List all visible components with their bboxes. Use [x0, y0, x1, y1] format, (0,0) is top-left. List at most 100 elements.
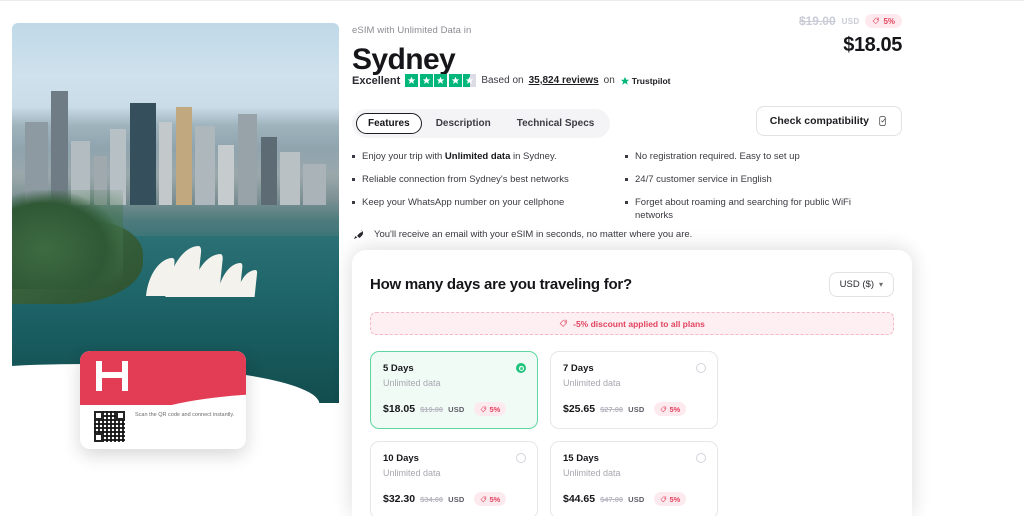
rating-on-text: on — [603, 75, 615, 86]
star-icon — [434, 74, 448, 87]
trustpilot-star-icon — [620, 76, 629, 85]
plan-price: $44.65 — [563, 493, 596, 505]
feature-item: Enjoy your trip with Unlimited data in S… — [352, 150, 609, 164]
plan-card-15-days[interactable]: 15 Days Unlimited data $44.65 $47.00 USD… — [550, 441, 718, 516]
product-content: eSIM with Unlimited Data in Sydney Excel… — [352, 0, 1024, 516]
plan-price-row: $44.65 $47.00 USD 5% — [563, 492, 687, 506]
discount-banner-text: -5% discount applied to all plans — [573, 318, 705, 329]
plan-discount-badge: 5% — [653, 492, 687, 506]
sydney-photo — [12, 23, 339, 403]
delivery-notice-text: You'll receive an email with your eSIM i… — [374, 229, 693, 240]
bullet-icon — [352, 177, 355, 181]
star-icon — [448, 74, 462, 87]
plan-discount-label: 5% — [669, 494, 681, 504]
tag-icon — [660, 496, 666, 502]
plan-duration: 5 Days — [383, 363, 414, 374]
plan-price-row: $25.65 $27.00 USD 5% — [563, 402, 687, 416]
plans-panel-title: How many days are you traveling for? — [370, 276, 632, 293]
tab-description[interactable]: Description — [424, 113, 503, 134]
tag-icon — [480, 406, 486, 412]
esim-card-header — [80, 351, 246, 405]
plan-price: $32.30 — [383, 493, 416, 505]
feature-text: Enjoy your trip with — [362, 151, 445, 162]
feature-text: No registration required. Easy to set up — [635, 151, 800, 162]
check-compatibility-label: Check compatibility — [769, 115, 869, 127]
opera-house — [143, 236, 284, 297]
tab-features[interactable]: Features — [356, 113, 422, 134]
plan-old-price: $19.00 — [420, 404, 444, 414]
plan-price: $18.05 — [383, 403, 416, 415]
chevron-down-icon: ▾ — [878, 280, 883, 289]
plan-discount-label: 5% — [489, 404, 501, 414]
trustpilot-name: Trustpilot — [631, 75, 671, 86]
tag-icon — [660, 406, 666, 412]
feature-column-right: No registration required. Easy to set up… — [625, 150, 882, 232]
plans-panel-header: How many days are you traveling for? USD… — [370, 272, 894, 297]
feature-text: Forget about roaming and searching for p… — [635, 196, 851, 222]
feature-item: 24/7 customer service in English — [625, 173, 882, 187]
plan-data: Unlimited data — [563, 468, 621, 478]
feature-text-post: in Sydney. — [510, 151, 557, 162]
product-eyebrow: eSIM with Unlimited Data in — [352, 25, 472, 36]
plan-card-10-days[interactable]: 10 Days Unlimited data $32.30 $34.00 USD… — [370, 441, 538, 516]
rating-reviews-link[interactable]: 35,824 reviews — [529, 75, 599, 86]
check-compatibility-button[interactable]: Check compatibility — [755, 106, 902, 136]
plan-data: Unlimited data — [383, 468, 441, 478]
holafly-h-logo — [96, 361, 130, 391]
plan-price-row: $18.05 $19.00 USD 5% — [383, 402, 507, 416]
plan-card-5-days[interactable]: 5 Days Unlimited data $18.05 $19.00 USD … — [370, 351, 538, 429]
star-rating — [405, 74, 477, 87]
feature-lists: Enjoy your trip with Unlimited data in S… — [352, 150, 882, 232]
plan-old-price: $34.00 — [420, 494, 444, 504]
discount-badge-label: 5% — [883, 16, 895, 26]
plan-duration: 10 Days — [383, 453, 419, 464]
plan-card-7-days[interactable]: 7 Days Unlimited data $25.65 $27.00 USD … — [550, 351, 718, 429]
plan-price-row: $32.30 $34.00 USD 5% — [383, 492, 507, 506]
tab-technical-specs[interactable]: Technical Specs — [505, 113, 607, 134]
phone-check-icon — [879, 116, 886, 126]
feature-text: 24/7 customer service in English — [635, 173, 772, 185]
discount-badge: 5% — [865, 14, 902, 28]
product-page: Scan the QR code and connect instantly. … — [0, 0, 1024, 516]
plan-currency: USD — [628, 404, 645, 414]
bullet-icon — [352, 155, 355, 158]
plan-radio[interactable] — [696, 363, 706, 373]
currency-selector-value: USD ($) — [839, 279, 874, 290]
feature-text-bold: Unlimited data — [444, 151, 511, 162]
plan-radio[interactable] — [696, 453, 706, 463]
tag-icon — [559, 319, 567, 327]
bullet-icon — [625, 177, 628, 181]
delivery-notice: You'll receive an email with your eSIM i… — [352, 228, 692, 241]
feature-column-left: Enjoy your trip with Unlimited data in S… — [352, 150, 609, 232]
old-price: $19.00 — [798, 14, 836, 28]
botanic-gardens — [12, 190, 124, 289]
star-icon — [419, 74, 433, 87]
price-header: $19.00 USD 5% — [799, 14, 902, 28]
plan-discount-badge: 5% — [653, 402, 687, 416]
bullet-icon — [625, 200, 628, 204]
trustpilot-logo: Trustpilot — [620, 76, 671, 86]
current-price: $18.05 — [843, 34, 902, 56]
tag-icon — [480, 496, 486, 502]
feature-item: Reliable connection from Sydney's best n… — [352, 173, 609, 187]
plan-data: Unlimited data — [383, 378, 441, 388]
trustpilot-rating: Excellent Based on 35,824 reviews on Tru… — [352, 74, 671, 87]
rating-based-on: Based on — [481, 75, 524, 86]
plan-list: 5 Days Unlimited data $18.05 $19.00 USD … — [370, 351, 894, 516]
currency-selector[interactable]: USD ($) ▾ — [828, 272, 894, 297]
plan-radio-selected[interactable] — [516, 363, 526, 373]
plan-duration: 15 Days — [563, 453, 599, 464]
esim-card-caption: Scan the QR code and connect instantly. — [135, 412, 235, 418]
esim-qr-code — [94, 411, 125, 442]
esim-qr-card: Scan the QR code and connect instantly. — [80, 351, 246, 449]
rating-verdict: Excellent — [352, 74, 401, 87]
plan-discount-badge: 5% — [473, 402, 507, 416]
discount-banner: -5% discount applied to all plans — [370, 312, 894, 335]
star-half-icon — [463, 74, 477, 87]
plan-radio[interactable] — [516, 453, 526, 463]
page-title: Sydney — [352, 43, 456, 76]
plan-old-price: $27.00 — [600, 404, 624, 414]
plan-currency: USD — [628, 494, 645, 504]
plan-price: $25.65 — [563, 403, 596, 415]
rocket-icon — [353, 229, 364, 240]
